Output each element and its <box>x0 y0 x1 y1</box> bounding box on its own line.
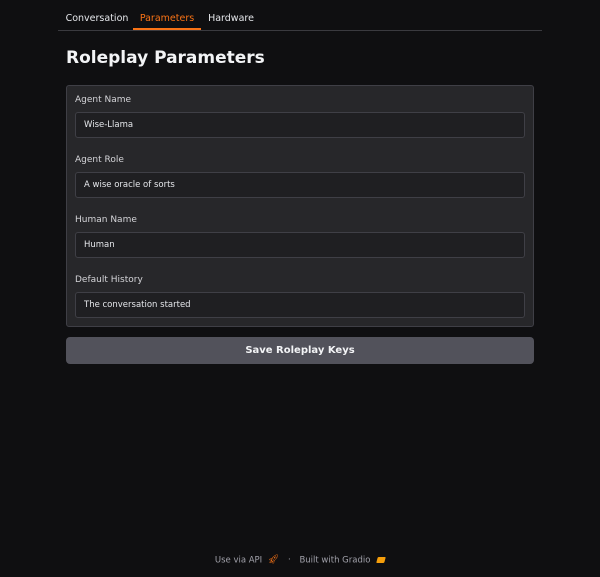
rocket-icon: 🚀︎ <box>267 555 280 565</box>
built-with-gradio-label: Built with Gradio <box>299 555 371 565</box>
footer: Use via API 🚀︎ · Built with Gradio <box>0 555 600 566</box>
agent-role-label: Agent Role <box>75 155 124 165</box>
tab-conversation[interactable]: Conversation <box>62 6 132 29</box>
roleplay-form: Agent Name Agent Role Human Name Default… <box>66 85 534 327</box>
app-root: Conversation Parameters Hardware Rolepla… <box>0 0 600 577</box>
default-history-label: Default History <box>75 275 143 285</box>
save-roleplay-keys-button[interactable]: Save Roleplay Keys <box>66 337 534 364</box>
agent-role-input[interactable] <box>75 172 525 198</box>
human-name-input[interactable] <box>75 232 525 258</box>
gradio-logo-icon <box>376 557 386 563</box>
tab-bar: Conversation Parameters Hardware <box>58 6 542 31</box>
page-title: Roleplay Parameters <box>66 48 265 68</box>
tab-hardware[interactable]: Hardware <box>206 6 256 29</box>
built-with-gradio-link[interactable]: Built with Gradio <box>299 555 386 566</box>
human-name-label: Human Name <box>75 215 137 225</box>
use-via-api-link[interactable]: Use via API 🚀︎ <box>214 555 282 566</box>
agent-name-label: Agent Name <box>75 95 132 105</box>
tab-parameters[interactable]: Parameters <box>133 6 201 30</box>
use-via-api-label: Use via API <box>214 555 263 565</box>
footer-separator: · <box>288 555 291 565</box>
agent-name-input[interactable] <box>75 112 525 138</box>
default-history-input[interactable] <box>75 292 525 318</box>
